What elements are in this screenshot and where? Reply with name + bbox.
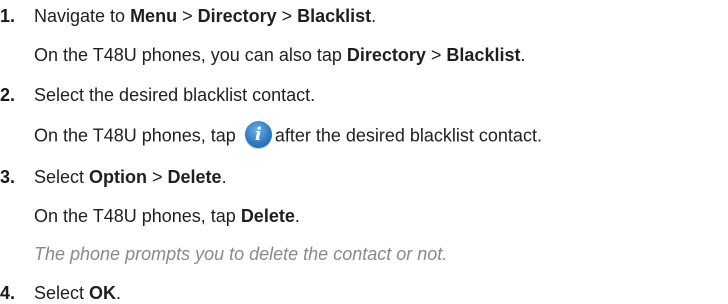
option-term: Option — [89, 167, 148, 187]
separator: > — [276, 6, 298, 26]
step-number: 4. — [0, 283, 16, 303]
step-2-alt-instruction: On the T48U phones, tap i after the desir… — [34, 121, 542, 150]
step-text: Select — [34, 283, 90, 303]
directory-term: Directory — [346, 45, 426, 65]
info-icon: i — [244, 121, 272, 148]
step-text: On the T48U phones, you can also tap — [34, 45, 347, 65]
period: . — [116, 283, 122, 303]
step-text: On the T48U phones, tap — [34, 206, 241, 226]
directory-term: Directory — [197, 6, 277, 26]
step-text: Navigate to — [34, 6, 131, 26]
separator: > — [177, 6, 198, 26]
step-number: 1. — [0, 6, 16, 26]
step-number: 2. — [0, 85, 16, 105]
step-3-note: The phone prompts you to delete the cont… — [34, 244, 448, 264]
separator: > — [147, 167, 168, 187]
period: . — [520, 45, 526, 65]
blacklist-term: Blacklist — [446, 45, 521, 65]
ok-term: OK — [89, 283, 117, 303]
menu-term: Menu — [130, 6, 178, 26]
period: . — [221, 167, 227, 187]
blacklist-term: Blacklist — [297, 6, 372, 26]
period: . — [294, 206, 300, 226]
separator: > — [425, 45, 447, 65]
step-text: Select — [34, 167, 90, 187]
step-1-instruction: Navigate to Menu > Directory > Blacklist… — [34, 5, 376, 27]
step-2-instruction: Select the desired blacklist contact. — [34, 85, 316, 105]
step-text: On the T48U phones, tap — [34, 125, 241, 146]
step-number: 3. — [0, 167, 16, 187]
delete-term: Delete — [240, 206, 295, 226]
step-3-instruction: Select Option > Delete. — [34, 166, 227, 188]
step-1-alt-instruction: On the T48U phones, you can also tap Dir… — [34, 44, 525, 66]
step-4-instruction: Select OK. — [34, 282, 121, 304]
step-text: after the desired blacklist contact. — [274, 125, 542, 146]
step-3-alt-instruction: On the T48U phones, tap Delete. — [34, 205, 300, 227]
delete-term: Delete — [167, 167, 222, 187]
period: . — [371, 6, 377, 26]
